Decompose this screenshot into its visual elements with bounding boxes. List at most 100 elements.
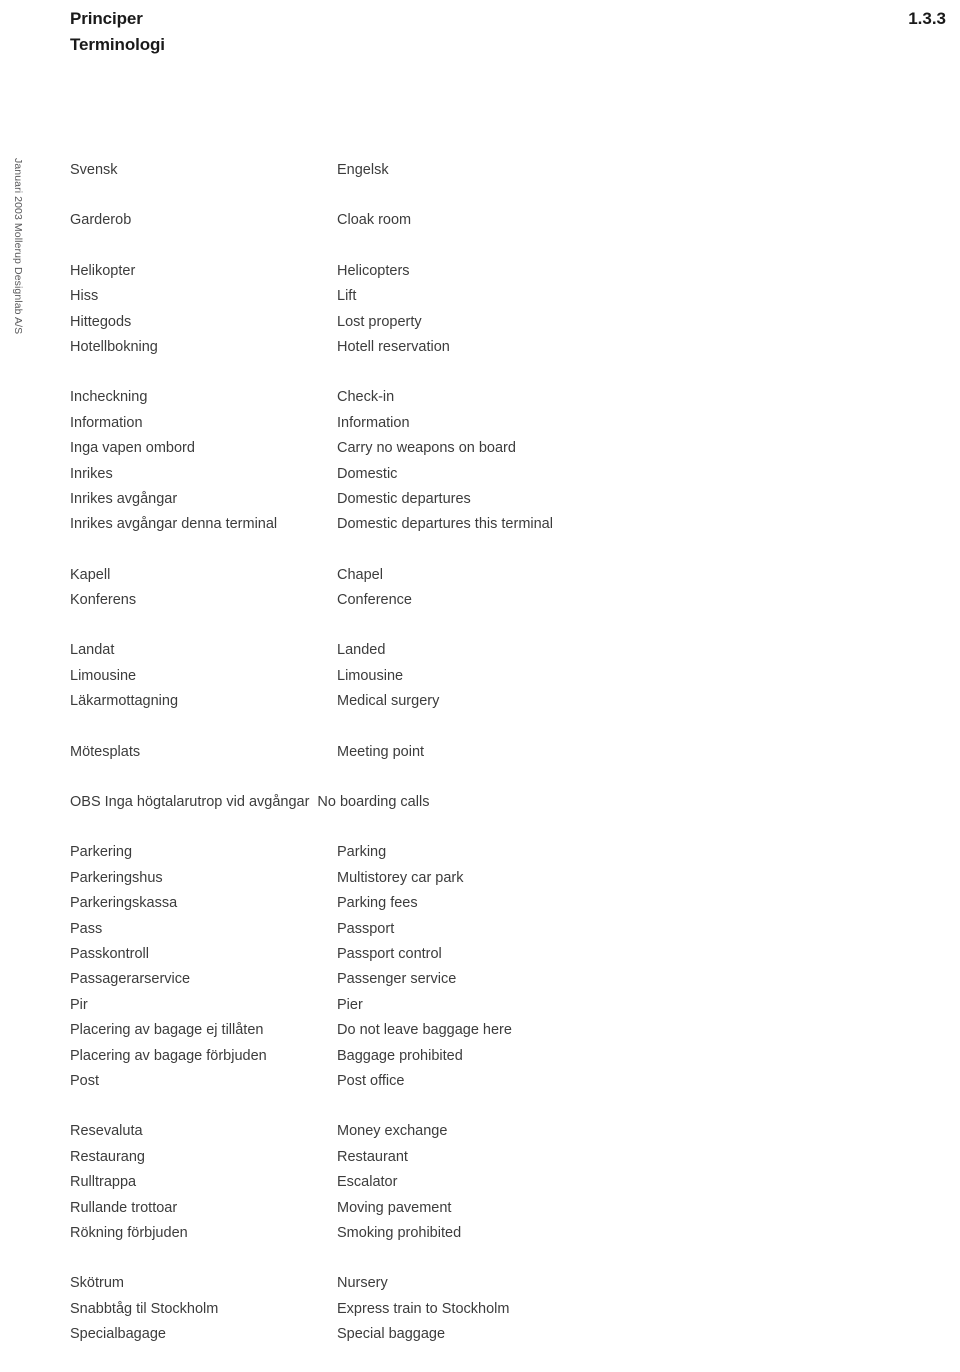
document-header: Principer Terminologi 1.3.3 [0,0,960,70]
term-english: Passport control [337,945,442,962]
term-row: Svensk Engelsk [70,158,930,183]
term-english: Post office [337,1072,405,1089]
term-row: Incheckning Check-in [70,385,930,410]
term-swedish: Specialbagage [70,1326,166,1343]
term-row: Inrikes avgångar denna terminal Domestic … [70,512,930,537]
term-row: Passagerarservice Passenger service [70,967,930,992]
term-group: Skötrum Nursery Snabbtåg til Stockholm Expr… [70,1271,930,1347]
term-swedish: Parkeringskassa [70,895,178,912]
sidebar-credit: Januari 2003 Mollerup Designlab A/S [0,158,32,418]
term-english: Engelsk [337,162,389,178]
term-swedish: Rökning förbjuden [70,1224,188,1241]
term-row: Parkeringshus Multistorey car park [70,866,930,891]
term-english: Do not leave baggage here [337,1022,512,1039]
term-english: Meeting point [337,743,425,760]
term-group: Mötesplats Meeting point [70,740,930,765]
term-english: Escalator [337,1174,398,1191]
term-english: Money exchange [337,1123,448,1140]
term-group: Parkering Parking Parkeringshus Multistorey… [70,840,930,1094]
term-row: Läkarmottagning Medical surgery [70,689,930,714]
term-english: Baggage prohibited [337,1047,463,1064]
term-row: Pir Pier [70,993,930,1018]
term-english: Helicopters [337,262,410,279]
term-swedish: Post [70,1072,100,1089]
term-row: OBS Inga högtalarutrop vid avgångar No bo… [70,790,930,815]
term-english: Check-in [337,389,395,406]
term-row: Kapell Chapel [70,563,930,588]
term-swedish: Passagerarservice [70,971,191,988]
term-english: Cloak room [337,212,412,229]
term-english: Conference [337,592,412,609]
term-swedish: Landat [70,642,115,659]
term-row: Limousine Limousine [70,664,930,689]
term-swedish: Snabbtåg til Stockholm [70,1300,219,1317]
term-row: Resevaluta Money exchange [70,1119,930,1144]
term-english: Moving pavement [337,1199,452,1216]
term-group: Helikopter Helicopters Hiss Lift Hittegods Lo… [70,259,930,361]
term-row: Inrikes Domestic [70,462,930,487]
term-swedish: Restaurang [70,1148,145,1165]
term-group: Resevaluta Money exchange Restaurang Restau… [70,1119,930,1246]
term-row: Inga vapen ombord Carry no weapons on boa… [70,436,930,461]
term-english: Passenger service [337,971,457,988]
term-swedish: Inrikes [70,465,113,482]
term-swedish: Parkering [70,844,133,861]
term-row: Passkontroll Passport control [70,942,930,967]
term-english: Parking [337,844,387,861]
term-english: Pier [337,996,363,1013]
term-swedish: Hotellbokning [70,338,158,355]
term-row: Pass Passport [70,917,930,942]
term-english: Express train to Stockholm [337,1300,510,1317]
term-english: Lost property [337,313,422,330]
term-row: Garderob Cloak room [70,208,930,233]
term-swedish: Rulltrappa [70,1174,137,1191]
term-swedish: Passkontroll [70,945,149,962]
term-row: Hittegods Lost property [70,310,930,335]
term-row: Restaurang Restaurant [70,1145,930,1170]
term-row: Rökning förbjuden Smoking prohibited [70,1221,930,1246]
term-group: Svensk Engelsk [70,158,930,183]
term-swedish: Placering av bagage ej tillåten [70,1022,264,1039]
term-row: Helikopter Helicopters [70,259,930,284]
term-english: Landed [337,642,386,659]
term-swedish: Placering av bagage förbjuden [70,1047,267,1064]
term-row: Rulltrappa Escalator [70,1170,930,1195]
term-english: Lift [337,288,357,305]
term-swedish: Mötesplats [70,743,141,760]
term-english: Chapel [337,566,383,583]
term-english: Nursery [337,1275,388,1292]
term-swedish: Hiss [70,288,99,305]
term-swedish: Helikopter [70,262,136,279]
term-group: Incheckning Check-in Information Informatio… [70,385,930,537]
term-row: Placering av bagage förbjuden Baggage pro… [70,1044,930,1069]
term-swedish: OBS Inga högtalarutrop vid avgångar [70,794,310,811]
term-group: Landat Landed Limousine Limousine Läkarmotta… [70,638,930,714]
term-swedish: Limousine [70,667,137,684]
term-swedish: Pir [70,996,88,1013]
term-group: OBS Inga högtalarutrop vid avgångar No bo… [70,790,930,815]
term-row: Konferens Conference [70,588,930,613]
term-row: Skötrum Nursery [70,1271,930,1296]
term-row: Hotellbokning Hotell reservation [70,335,930,360]
term-row: Post Post office [70,1069,930,1094]
term-english: Smoking prohibited [337,1224,462,1241]
term-english: Restaurant [337,1148,408,1165]
term-row: Inrikes avgångar Domestic departures [70,487,930,512]
term-swedish: Konferens [70,592,137,609]
term-swedish: Läkarmottagning [70,693,179,710]
term-swedish: Inrikes avgångar denna terminal [70,516,278,533]
term-swedish: Rullande trottoar [70,1199,178,1216]
term-english: Parking fees [337,895,418,912]
term-swedish: Hittegods [70,313,132,330]
term-group: Kapell Chapel Konferens Conference [70,563,930,614]
term-english: Passport [337,920,395,937]
term-english: Domestic departures this terminal [337,516,553,533]
term-swedish: Inga vapen ombord [70,440,195,457]
term-swedish: Garderob [70,212,132,229]
term-english: Hotell reservation [337,338,450,355]
term-swedish: Parkeringshus [70,869,163,886]
page-subtitle: Terminologi [70,35,165,54]
term-swedish: Resevaluta [70,1123,143,1140]
term-english: No boarding calls [317,794,430,811]
term-english: Medical surgery [337,693,440,710]
